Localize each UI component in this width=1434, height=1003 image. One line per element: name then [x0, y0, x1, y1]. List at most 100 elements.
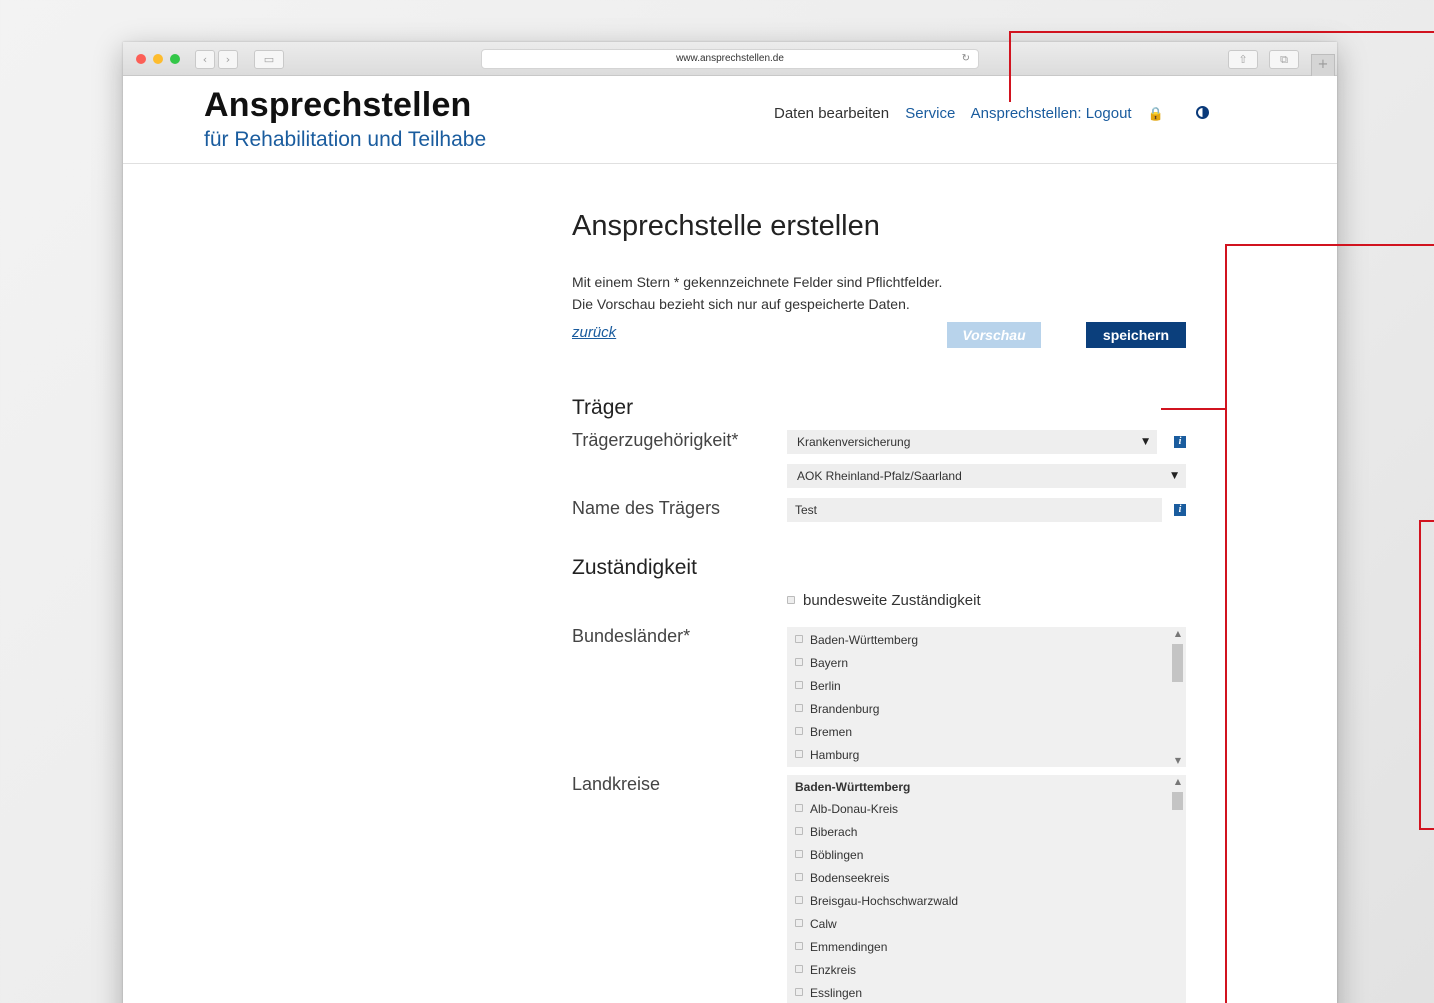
districts-listbox[interactable]: Baden-Württemberg Alb-Donau-Kreis Bibera…: [787, 775, 1186, 1003]
back-icon[interactable]: ‹: [195, 50, 215, 69]
form-content: Ansprechstelle erstellen Mit einem Stern…: [572, 210, 1186, 1003]
nav-logout[interactable]: Ansprechstellen: Logout 🔒: [971, 105, 1176, 122]
checkbox-box[interactable]: [795, 658, 803, 666]
contrast-toggle-icon[interactable]: [1196, 106, 1210, 119]
list-item[interactable]: Berlin: [787, 675, 1186, 698]
forward-icon[interactable]: ›: [218, 50, 238, 69]
carrier-select[interactable]: AOK Rheinland-Pfalz/Saarland ▼: [787, 464, 1186, 488]
address-bar-url: www.ansprechstellen.de: [676, 53, 784, 64]
states-listbox[interactable]: Baden-Württemberg Bayern Berlin Brandenb…: [787, 627, 1186, 767]
minimize-window-button[interactable]: [153, 54, 163, 64]
affiliation-select-value: Krankenversicherung: [797, 435, 911, 449]
checkbox-box[interactable]: [795, 681, 803, 689]
list-item[interactable]: Bremen: [787, 721, 1186, 744]
checkbox-box[interactable]: [795, 919, 803, 927]
checkbox-box[interactable]: [795, 965, 803, 973]
scroll-down-icon[interactable]: ▼: [1170, 756, 1186, 765]
list-item[interactable]: Emmendingen: [787, 936, 1186, 959]
page-title: Ansprechstelle erstellen: [572, 210, 880, 242]
list-item[interactable]: Hamburg: [787, 744, 1186, 767]
top-navigation: Daten bearbeiten Service Ansprechstellen…: [774, 105, 1221, 122]
logo-subtitle: für Rehabilitation und Teilhabe: [204, 128, 487, 151]
logo-title[interactable]: Ansprechstellen: [204, 86, 472, 125]
list-item[interactable]: Böblingen: [787, 844, 1186, 867]
form-hint: Mit einem Stern * gekennzeichnete Felder…: [572, 271, 942, 315]
list-item-label: Böblingen: [810, 848, 864, 862]
annotation-line: [1419, 520, 1434, 522]
list-item-label: Hamburg: [810, 748, 860, 762]
address-bar[interactable]: www.ansprechstellen.de ↻: [481, 49, 979, 69]
checkbox-box[interactable]: [795, 850, 803, 858]
annotation-line: [1009, 31, 1011, 102]
districts-scrollbar[interactable]: ▲: [1170, 775, 1186, 1003]
reload-icon[interactable]: ↻: [962, 50, 970, 68]
scroll-thumb[interactable]: [1172, 792, 1183, 810]
scroll-up-icon[interactable]: ▲: [1170, 629, 1186, 638]
annotation-line: [1009, 31, 1434, 33]
list-item[interactable]: Alb-Donau-Kreis: [787, 798, 1186, 821]
section-title-zustaendigkeit: Zuständigkeit: [572, 556, 697, 579]
list-item-label: Bayern: [810, 656, 849, 670]
checkbox-box[interactable]: [795, 896, 803, 904]
list-item-label: Calw: [810, 917, 837, 931]
checkbox-box[interactable]: [795, 727, 803, 735]
list-item-label: Brandenburg: [810, 702, 880, 716]
list-item[interactable]: Esslingen: [787, 982, 1186, 1003]
list-item-label: Bremen: [810, 725, 853, 739]
preview-button[interactable]: Vorschau: [947, 322, 1041, 348]
districts-label: Landkreise: [572, 774, 661, 794]
sidebar-toggle-icon[interactable]: ▭: [254, 50, 284, 69]
affiliation-select[interactable]: Krankenversicherung ▼: [787, 430, 1157, 454]
checkbox-box[interactable]: [795, 988, 803, 996]
list-item[interactable]: Baden-Württemberg: [787, 629, 1186, 652]
checkbox-box[interactable]: [795, 750, 803, 758]
scroll-thumb[interactable]: [1172, 644, 1183, 682]
checkbox-box[interactable]: [795, 873, 803, 881]
annotation-line: [1419, 520, 1421, 830]
info-icon[interactable]: i: [1174, 504, 1186, 516]
list-item-label: Breisgau-Hochschwarzwald: [810, 894, 959, 908]
list-item-label: Emmendingen: [810, 940, 888, 954]
annotation-line: [1419, 828, 1434, 830]
nav-logout-label: Ansprechstellen: Logout: [970, 105, 1132, 122]
lock-icon: 🔒: [1147, 107, 1164, 122]
list-item-label: Enzkreis: [810, 963, 857, 977]
list-item[interactable]: Breisgau-Hochschwarzwald: [787, 890, 1186, 913]
list-item[interactable]: Bodenseekreis: [787, 867, 1186, 890]
site-header: Ansprechstellen für Rehabilitation und T…: [123, 76, 1337, 164]
affiliation-label: Trägerzugehörigkeit*: [572, 430, 739, 450]
list-item[interactable]: Calw: [787, 913, 1186, 936]
checkbox-box[interactable]: [795, 635, 803, 643]
nav-service[interactable]: Service: [905, 105, 955, 122]
new-tab-icon[interactable]: +: [1311, 54, 1335, 76]
back-link[interactable]: zurück: [572, 324, 616, 341]
zoom-window-button[interactable]: [170, 54, 180, 64]
save-button[interactable]: speichern: [1086, 322, 1186, 348]
checkbox-box[interactable]: [795, 942, 803, 950]
list-item-label: Esslingen: [810, 986, 863, 1000]
scroll-up-icon[interactable]: ▲: [1170, 777, 1186, 786]
states-label: Bundesländer*: [572, 626, 691, 646]
info-icon[interactable]: i: [1174, 436, 1186, 448]
hint-required: Mit einem Stern * gekennzeichnete Felder…: [572, 274, 943, 290]
list-item[interactable]: Bayern: [787, 652, 1186, 675]
checkbox-box[interactable]: [795, 827, 803, 835]
nav-edit-data[interactable]: Daten bearbeiten: [774, 105, 889, 122]
checkbox-box[interactable]: [795, 804, 803, 812]
tabs-overview-icon[interactable]: ⧉: [1269, 50, 1299, 69]
chevron-down-icon: ▼: [1171, 471, 1178, 481]
share-icon[interactable]: ⇧: [1228, 50, 1258, 69]
carrier-name-input[interactable]: Test: [787, 498, 1162, 522]
annotation-line: [1225, 244, 1434, 246]
list-item[interactable]: Brandenburg: [787, 698, 1186, 721]
list-item-label: Baden-Württemberg: [810, 633, 919, 647]
list-item[interactable]: Enzkreis: [787, 959, 1186, 982]
checkbox-box[interactable]: [787, 596, 795, 604]
checkbox-box[interactable]: [795, 704, 803, 712]
close-window-button[interactable]: [136, 54, 146, 64]
section-title-traeger: Träger: [572, 396, 634, 419]
list-item-label: Berlin: [810, 679, 841, 693]
list-item[interactable]: Biberach: [787, 821, 1186, 844]
nationwide-checkbox[interactable]: bundesweite Zuständigkeit: [787, 592, 981, 609]
states-scrollbar[interactable]: ▲ ▼: [1170, 627, 1186, 767]
